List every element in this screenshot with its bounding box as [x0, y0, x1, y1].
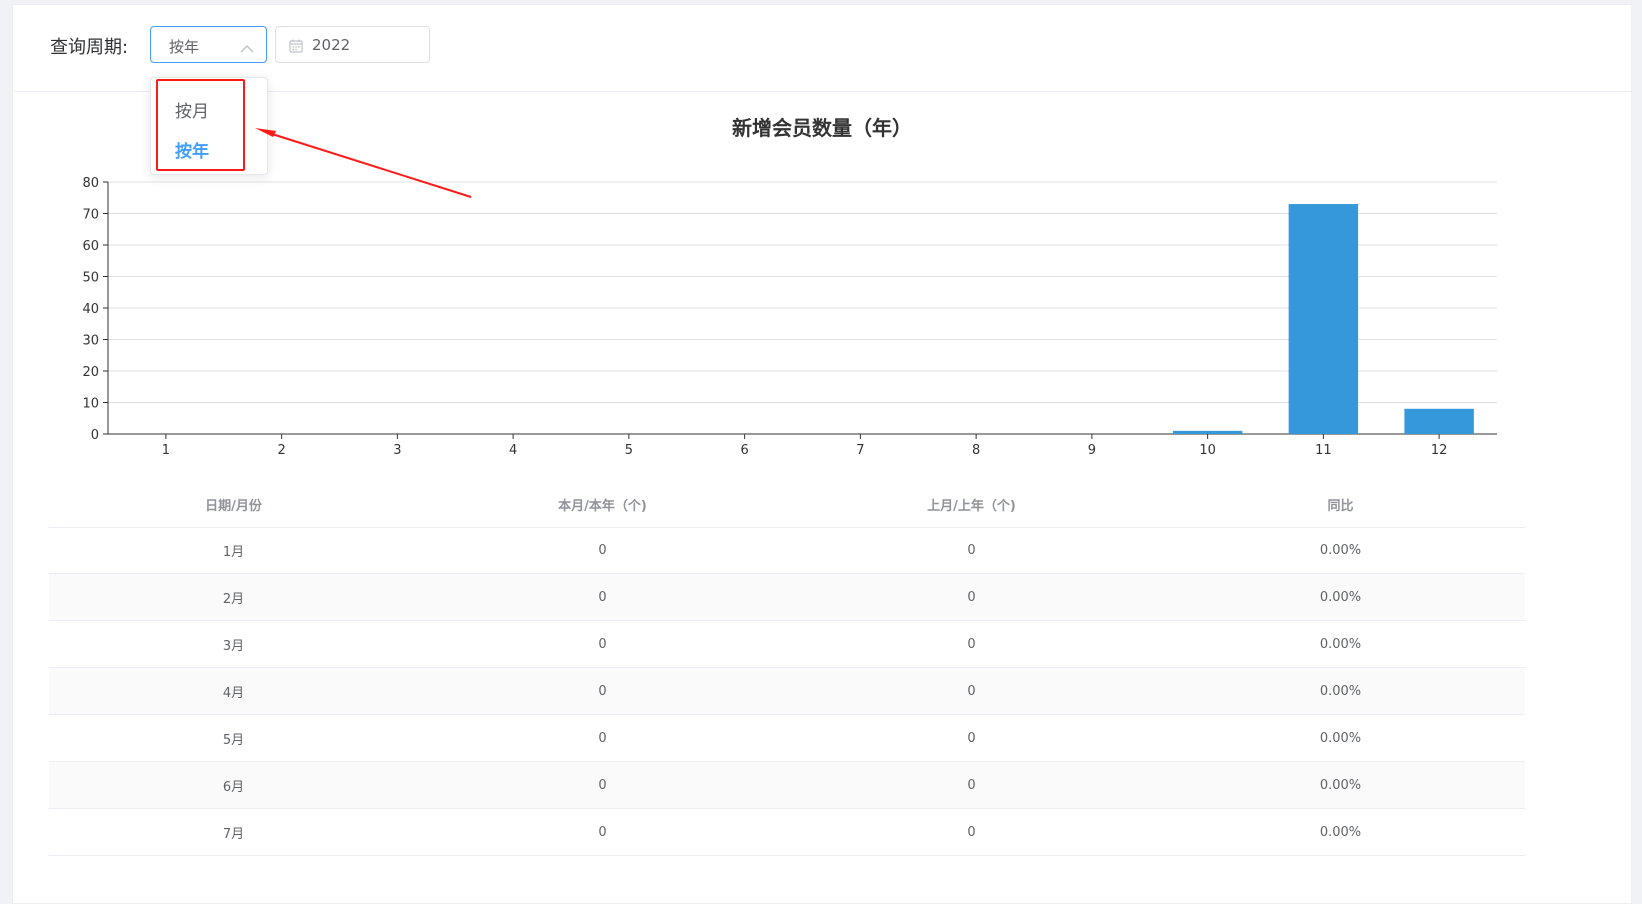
table-cell: 0.00%	[1319, 589, 1362, 605]
table-cell: 0	[967, 777, 976, 793]
x-tick-label: 3	[393, 443, 401, 458]
y-tick-label: 20	[82, 365, 99, 380]
table-cell: 5月	[222, 732, 245, 748]
table-row: 5月 0 0 0.00%	[49, 715, 1525, 762]
x-tick-label: 5	[625, 443, 633, 458]
header-current: 本月/本年（个)	[558, 499, 647, 514]
table-cell: 0	[598, 683, 607, 699]
table-row: 4月 0 0 0.00%	[49, 668, 1525, 715]
table-cell: 0	[967, 543, 976, 558]
table-cell: 4月	[222, 685, 245, 701]
table-row: 7月 0 0 0.00%	[49, 809, 1525, 856]
y-tick-label: 60	[82, 239, 99, 254]
table-cell: 0.00%	[1319, 683, 1362, 699]
table-cell: 0	[967, 589, 976, 605]
table-cell: 0	[598, 730, 607, 746]
table-cell: 0	[598, 636, 607, 652]
table-cell: 1月	[222, 545, 245, 560]
table-cell: 0	[598, 824, 607, 840]
table-cell: 0	[967, 683, 976, 699]
y-tick-label: 10	[82, 397, 99, 412]
main-card: 查询周期: 按年 2022 按月 按年 新增会员数量（年） 0 10 20 30…	[12, 4, 1632, 904]
bar-chart: 010203040506070801 2 3 4 5 6 7 8 9 10 11 12	[82, 176, 1497, 458]
y-tick-label: 50	[82, 271, 99, 286]
table-cell: 0	[598, 589, 607, 605]
x-tick-label: 1	[162, 443, 170, 458]
annotation-highlight-box	[156, 79, 245, 171]
table-row: 6月 0 0 0.00%	[49, 762, 1525, 809]
y-tick-label: 40	[82, 302, 99, 317]
table-cell: 0	[967, 730, 976, 746]
table-cell: 0.00%	[1319, 730, 1362, 746]
table-cell: 0.00%	[1319, 777, 1362, 793]
x-tick-label: 10	[1199, 443, 1216, 458]
table-header: 日期/月份 本月/本年（个) 上月/上年（个) 同比	[49, 482, 1525, 528]
table-cell: 0.00%	[1319, 824, 1362, 840]
table-cell: 0	[598, 777, 607, 793]
table-cell: 7月	[222, 826, 245, 842]
y-tick-label: 70	[82, 208, 99, 223]
stats-table: 日期/月份 本月/本年（个) 上月/上年（个) 同比 1月 0 0 0.00% 2月 0 0…	[49, 482, 1525, 856]
table-cell: 3月	[222, 638, 245, 654]
table-cell: 0	[967, 636, 976, 652]
x-tick-label: 7	[856, 443, 864, 458]
bar-10	[1172, 430, 1243, 434]
header-previous: 上月/上年（个)	[927, 499, 1016, 514]
x-tick-label: 12	[1431, 443, 1448, 458]
y-tick-label: 80	[82, 176, 99, 191]
table-row: 2月 0 0 0.00%	[49, 574, 1525, 621]
x-tick-label: 6	[740, 443, 748, 458]
header-yoy: 同比	[1327, 499, 1354, 514]
table-row: 3月 0 0 0.00%	[49, 621, 1525, 668]
table-cell: 2月	[222, 591, 245, 607]
table-cell: 0	[598, 543, 607, 558]
y-tick-label: 0	[91, 428, 99, 443]
table-cell: 0.00%	[1319, 636, 1362, 652]
x-tick-label: 11	[1315, 443, 1332, 458]
x-tick-label: 4	[509, 443, 517, 458]
y-tick-label: 30	[82, 334, 99, 349]
x-tick-label: 9	[1088, 443, 1096, 458]
header-date: 日期/月份	[205, 499, 262, 514]
x-tick-label: 8	[972, 443, 980, 458]
table-row: 1月 0 0 0.00%	[49, 528, 1525, 574]
bar-12	[1404, 408, 1474, 434]
table-cell: 0	[967, 824, 976, 840]
bar-11	[1288, 204, 1359, 434]
table-cell: 6月	[222, 779, 245, 795]
x-tick-label: 2	[277, 443, 285, 458]
table-cell: 0.00%	[1319, 543, 1362, 558]
